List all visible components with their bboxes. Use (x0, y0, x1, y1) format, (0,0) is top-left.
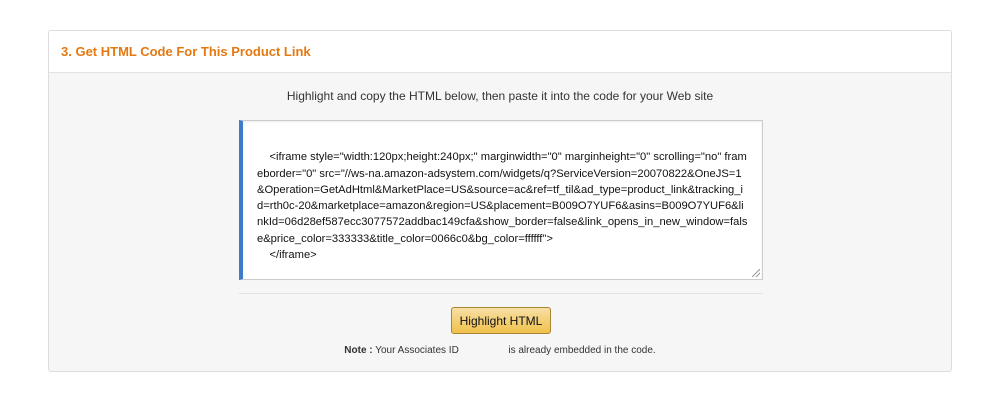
note-text-before: Your Associates ID (372, 345, 462, 356)
html-code-content[interactable]: <iframe style="width:120px;height:240px;… (257, 151, 747, 261)
highlight-html-button[interactable]: Highlight HTML (451, 307, 551, 334)
resize-handle-icon[interactable] (752, 269, 760, 277)
panel-header: 3. Get HTML Code For This Product Link (49, 31, 951, 73)
note-label: Note : (344, 345, 373, 356)
divider (239, 293, 763, 294)
panel-title: 3. Get HTML Code For This Product Link (61, 44, 311, 59)
instruction-text: Highlight and copy the HTML below, then … (286, 89, 714, 103)
redacted-associates-id (461, 345, 506, 356)
associates-id-note: Note : Your Associates ID is already emb… (49, 345, 951, 356)
get-html-code-panel: 3. Get HTML Code For This Product Link H… (48, 30, 952, 372)
note-text-after: is already embedded in the code. (505, 345, 656, 356)
html-code-textarea[interactable]: <iframe style="width:120px;height:240px;… (239, 120, 763, 280)
